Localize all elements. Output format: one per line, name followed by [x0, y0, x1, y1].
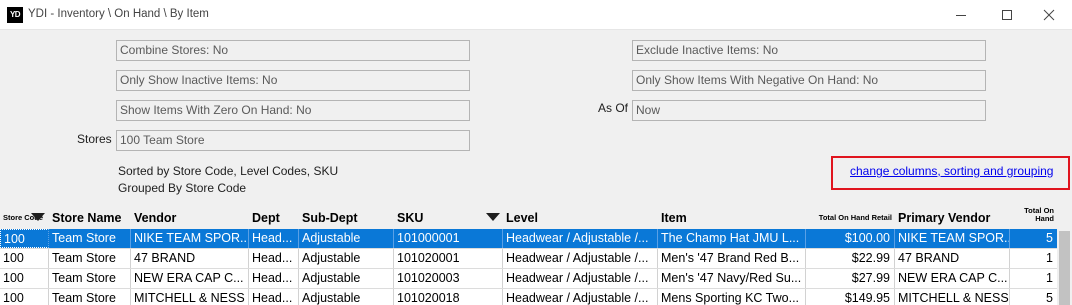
- cell-sub-dept[interactable]: Adjustable: [299, 289, 394, 305]
- table-row[interactable]: 100 Team Store 47 BRAND Head... Adjustab…: [0, 249, 1057, 269]
- cell-store-name[interactable]: Team Store: [49, 229, 131, 248]
- cell-item[interactable]: Men's '47 Brand Red B...: [658, 249, 806, 268]
- cell-item[interactable]: Mens Sporting KC Two...: [658, 289, 806, 305]
- table-row[interactable]: 100 Team Store MITCHELL & NESS Head... A…: [0, 289, 1057, 305]
- cell-sku[interactable]: 101020003: [394, 269, 503, 288]
- close-icon: [1043, 9, 1055, 21]
- cell-store-code[interactable]: 100: [0, 289, 49, 305]
- sort-descending-icon: [31, 213, 45, 221]
- cell-vendor[interactable]: 47 BRAND: [131, 249, 249, 268]
- cell-total-retail[interactable]: $149.95: [806, 289, 895, 305]
- combine-stores-field[interactable]: Combine Stores: No: [116, 40, 470, 61]
- cell-dept[interactable]: Head...: [249, 269, 299, 288]
- cell-primary-vendor[interactable]: NIKE TEAM SPOR...: [895, 229, 1010, 248]
- grouped-by-text: Grouped By Store Code: [118, 181, 247, 195]
- stores-label: Stores: [77, 132, 112, 146]
- maximize-icon: [1002, 10, 1012, 20]
- show-zero-on-hand-field[interactable]: Show Items With Zero On Hand: No: [116, 100, 470, 121]
- cell-total-on-hand[interactable]: 5: [1010, 229, 1057, 248]
- change-columns-link[interactable]: change columns, sorting and grouping: [850, 164, 1053, 178]
- minimize-icon: [956, 15, 966, 16]
- header-primary-vendor[interactable]: Primary Vendor: [895, 207, 1010, 229]
- cell-vendor[interactable]: NEW ERA CAP C...: [131, 269, 249, 288]
- cell-primary-vendor[interactable]: 47 BRAND: [895, 249, 1010, 268]
- inventory-grid: Store Code Store Name Vendor Dept Sub-De…: [0, 207, 1057, 305]
- cell-store-name[interactable]: Team Store: [49, 249, 131, 268]
- header-store-name[interactable]: Store Name: [49, 207, 131, 229]
- title-bar: YD YDI - Inventory \ On Hand \ By Item: [0, 0, 1072, 30]
- header-item[interactable]: Item: [658, 207, 806, 229]
- cell-total-retail[interactable]: $27.99: [806, 269, 895, 288]
- header-total-on-hand-line2: Hand: [1035, 214, 1054, 223]
- cell-item[interactable]: Men's '47 Navy/Red Su...: [658, 269, 806, 288]
- app-logo-icon: YD: [7, 7, 23, 23]
- cell-primary-vendor[interactable]: MITCHELL & NESS: [895, 289, 1010, 305]
- cell-item[interactable]: The Champ Hat JMU L...: [658, 229, 806, 248]
- only-show-inactive-field[interactable]: Only Show Inactive Items: No: [116, 70, 470, 91]
- stores-field[interactable]: 100 Team Store: [116, 130, 470, 151]
- header-total-on-hand[interactable]: Total On Hand: [1010, 207, 1057, 229]
- cell-vendor[interactable]: MITCHELL & NESS: [131, 289, 249, 305]
- cell-sub-dept[interactable]: Adjustable: [299, 269, 394, 288]
- grid-header: Store Code Store Name Vendor Dept Sub-De…: [0, 207, 1057, 229]
- cell-total-on-hand[interactable]: 1: [1010, 249, 1057, 268]
- scrollbar-thumb[interactable]: [1059, 231, 1070, 305]
- cell-level[interactable]: Headwear / Adjustable /...: [503, 249, 658, 268]
- header-total-retail[interactable]: Total On Hand Retail: [806, 207, 895, 229]
- cell-total-on-hand[interactable]: 5: [1010, 289, 1057, 305]
- exclude-inactive-field[interactable]: Exclude Inactive Items: No: [632, 40, 986, 61]
- cell-total-retail[interactable]: $100.00: [806, 229, 895, 248]
- window-title: YDI - Inventory \ On Hand \ By Item: [28, 8, 209, 20]
- cell-sub-dept[interactable]: Adjustable: [299, 249, 394, 268]
- cell-store-code[interactable]: 100: [0, 249, 49, 268]
- cell-total-on-hand[interactable]: 1: [1010, 269, 1057, 288]
- cell-store-name[interactable]: Team Store: [49, 269, 131, 288]
- cell-store-name[interactable]: Team Store: [49, 289, 131, 305]
- negative-on-hand-field[interactable]: Only Show Items With Negative On Hand: N…: [632, 70, 986, 91]
- header-level[interactable]: Level: [503, 207, 658, 229]
- sort-descending-icon: [486, 213, 500, 221]
- as-of-label: As Of: [598, 101, 629, 115]
- minimize-button[interactable]: [938, 0, 984, 30]
- table-row[interactable]: 100 Team Store NIKE TEAM SPOR... Head...…: [0, 229, 1057, 249]
- header-vendor[interactable]: Vendor: [131, 207, 249, 229]
- cell-sub-dept[interactable]: Adjustable: [299, 229, 394, 248]
- cell-dept[interactable]: Head...: [249, 289, 299, 305]
- cell-primary-vendor[interactable]: NEW ERA CAP C...: [895, 269, 1010, 288]
- cell-sku[interactable]: 101000001: [394, 229, 503, 248]
- as-of-field[interactable]: Now: [632, 100, 986, 121]
- cell-dept[interactable]: Head...: [249, 249, 299, 268]
- sorted-by-text: Sorted by Store Code, Level Codes, SKU: [118, 164, 339, 178]
- cell-dept[interactable]: Head...: [249, 229, 299, 248]
- header-dept[interactable]: Dept: [249, 207, 299, 229]
- maximize-button[interactable]: [984, 0, 1030, 30]
- cell-sku[interactable]: 101020018: [394, 289, 503, 305]
- close-button[interactable]: [1026, 0, 1072, 30]
- cell-total-retail[interactable]: $22.99: [806, 249, 895, 268]
- cell-vendor[interactable]: NIKE TEAM SPOR...: [131, 229, 249, 248]
- cell-store-code[interactable]: 100: [0, 269, 49, 288]
- cell-level[interactable]: Headwear / Adjustable /...: [503, 229, 658, 248]
- cell-level[interactable]: Headwear / Adjustable /...: [503, 269, 658, 288]
- vertical-scrollbar[interactable]: [1057, 207, 1072, 305]
- table-row[interactable]: 100 Team Store NEW ERA CAP C... Head... …: [0, 269, 1057, 289]
- header-sub-dept[interactable]: Sub-Dept: [299, 207, 394, 229]
- cell-store-code[interactable]: 100: [0, 229, 49, 248]
- cell-level[interactable]: Headwear / Adjustable /...: [503, 289, 658, 305]
- cell-sku[interactable]: 101020001: [394, 249, 503, 268]
